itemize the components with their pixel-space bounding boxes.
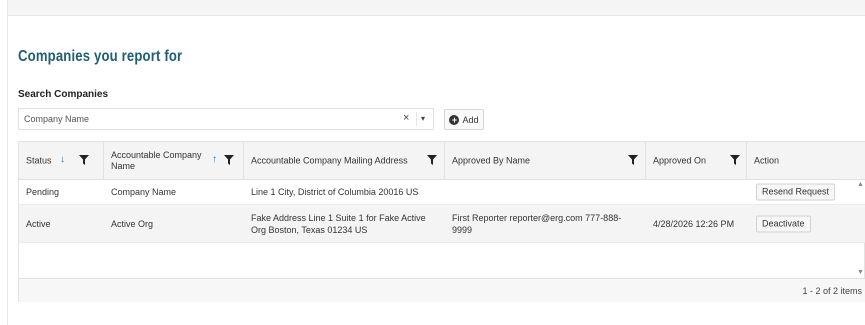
cell-action: Resend Request xyxy=(747,180,865,204)
cell-action: Deactivate xyxy=(747,205,865,242)
top-panel-strip xyxy=(8,0,865,16)
column-label-status: Status xyxy=(26,155,52,166)
companies-grid: Status ↓ Accountable Company Name ↑ Acco… xyxy=(18,141,865,302)
resend-request-button[interactable]: Resend Request xyxy=(756,183,836,201)
company-search-value[interactable]: Company Name xyxy=(24,114,89,124)
grid-header: Status ↓ Accountable Company Name ↑ Acco… xyxy=(19,142,865,180)
column-header-mailing-address[interactable]: Accountable Company Mailing Address xyxy=(244,142,445,180)
cell-approved-on xyxy=(646,180,747,204)
sort-ascending-icon[interactable]: ↑ xyxy=(212,154,217,165)
funnel-icon[interactable] xyxy=(427,155,437,165)
cell-approved-by-text: First Reporter reporter@erg.com 777-888-… xyxy=(452,212,622,235)
column-header-company-name[interactable]: Accountable Company Name ↑ xyxy=(104,142,244,180)
cell-status-text: Pending xyxy=(26,187,60,197)
funnel-icon[interactable] xyxy=(628,155,638,165)
cell-approved-by xyxy=(445,180,646,204)
cell-mailing-address: Line 1 City, District of Columbia 20016 … xyxy=(244,180,445,204)
chevron-down-icon[interactable]: ▾ xyxy=(421,114,425,123)
cell-company-name-text: Active Org xyxy=(111,218,154,229)
column-header-action: Action xyxy=(747,142,865,180)
grid-pager: 1 - 2 of 2 items xyxy=(19,278,865,302)
scroll-up-arrow-icon[interactable]: ▲ xyxy=(857,181,864,188)
company-search-combobox[interactable]: Company Name × ▾ xyxy=(18,108,434,130)
search-companies-label: Search Companies xyxy=(18,89,109,100)
section-title: Companies you report for xyxy=(18,48,183,65)
column-header-status[interactable]: Status ↓ xyxy=(19,142,104,180)
add-button-label: Add xyxy=(462,114,479,125)
column-header-approved-on[interactable]: Approved On xyxy=(646,142,747,180)
combo-divider xyxy=(416,112,417,126)
funnel-icon[interactable] xyxy=(224,155,234,165)
funnel-icon[interactable] xyxy=(79,155,89,165)
cell-approved-by: First Reporter reporter@erg.com 777-888-… xyxy=(445,205,646,242)
cell-mailing-address-text: Line 1 City, District of Columbia 20016 … xyxy=(251,187,419,197)
cell-status: Active xyxy=(19,205,104,242)
cell-approved-on-text: 4/28/2026 12:26 PM xyxy=(653,218,735,229)
cell-company-name-text: Company Name xyxy=(111,187,177,197)
sort-descending-icon[interactable]: ↓ xyxy=(60,154,65,165)
pager-info: 1 - 2 of 2 items xyxy=(802,286,862,296)
cell-mailing-address: Fake Address Line 1 Suite 1 for Fake Act… xyxy=(244,205,445,242)
cell-approved-on: 4/28/2026 12:26 PM xyxy=(646,205,747,242)
column-label-approved-on: Approved On xyxy=(653,155,707,166)
column-header-approved-by[interactable]: Approved By Name xyxy=(445,142,646,180)
add-company-button[interactable]: + Add xyxy=(444,109,484,130)
cell-company-name: Company Name xyxy=(104,180,244,204)
deactivate-button[interactable]: Deactivate xyxy=(756,215,811,232)
plus-circle-icon: + xyxy=(449,114,460,125)
cell-company-name: Active Org xyxy=(104,205,244,242)
column-label-mailing-address: Accountable Company Mailing Address xyxy=(251,155,408,166)
page-left-border xyxy=(7,0,8,325)
funnel-icon[interactable] xyxy=(730,155,740,165)
scroll-down-arrow-icon[interactable]: ▼ xyxy=(857,269,864,276)
cell-status-text: Active xyxy=(26,218,51,229)
column-label-company-name: Accountable Company Name xyxy=(111,150,202,171)
cell-mailing-address-text: Fake Address Line 1 Suite 1 for Fake Act… xyxy=(251,212,426,235)
table-row[interactable]: Pending Company Name Line 1 City, Distri… xyxy=(19,180,865,205)
column-label-approved-by: Approved By Name xyxy=(452,155,531,166)
clear-icon[interactable]: × xyxy=(403,112,409,124)
cell-status: Pending xyxy=(19,180,104,204)
table-row[interactable]: Active Active Org Fake Address Line 1 Su… xyxy=(19,205,865,243)
column-label-action: Action xyxy=(754,155,780,166)
